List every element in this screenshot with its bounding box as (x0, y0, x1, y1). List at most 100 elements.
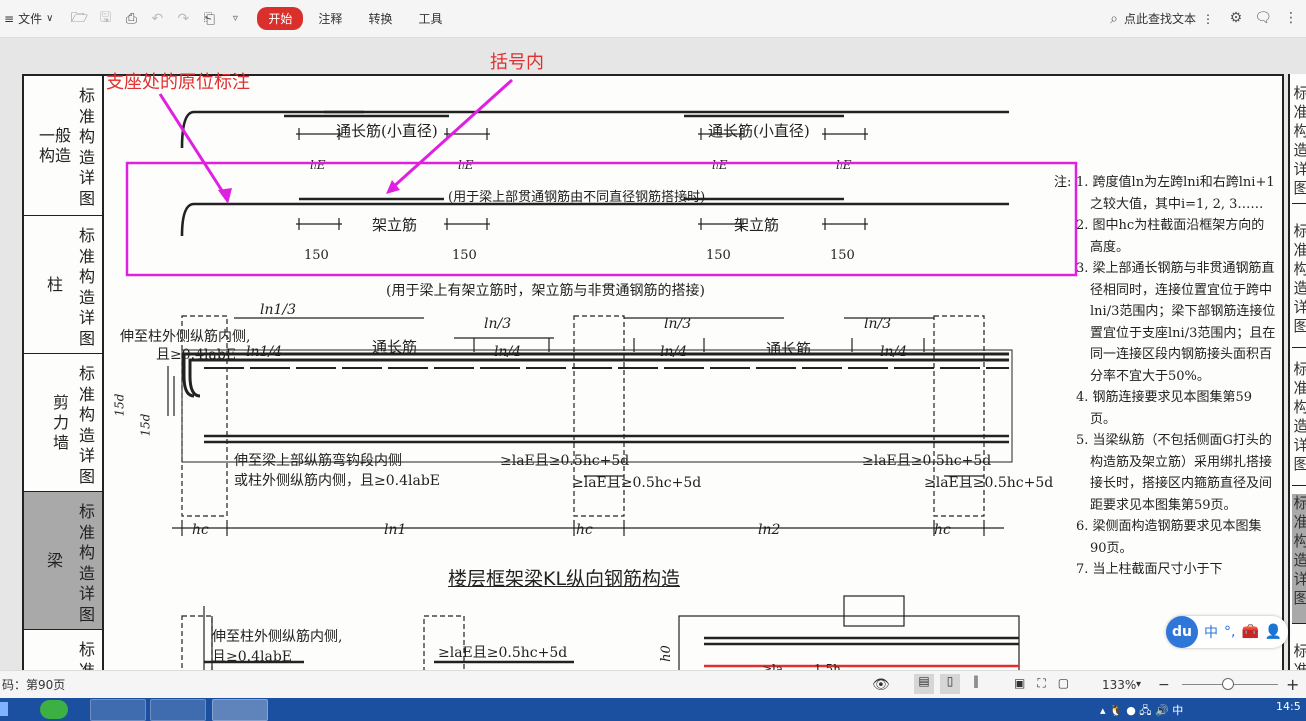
comment-icon[interactable]: 🗨 (1254, 10, 1272, 26)
lap-label: lₗE (712, 158, 728, 172)
dim-ln1-3: ln1/3 (260, 302, 297, 318)
fit-controls: ▣ ⛶ ▢ (1014, 676, 1069, 691)
book-view-icon[interactable]: ‖ (966, 674, 986, 694)
right-section: 标准构造详图 (1292, 494, 1306, 624)
zoom-level[interactable]: 133% (1102, 678, 1136, 692)
start-button[interactable] (0, 702, 8, 716)
dim-h0: h0 (658, 645, 674, 662)
lap-150-label: 150 (830, 248, 855, 263)
eye-protect-icon[interactable]: 👁 (872, 677, 890, 693)
ime-punct-toggle[interactable]: °, (1224, 624, 1235, 640)
right-section: 标准构造详图 (1292, 222, 1306, 348)
anchor-length-note: ≥laE且≥0.5hc+5d (924, 475, 1054, 491)
file-menu[interactable]: ≡ 文件 ∨ (0, 6, 57, 32)
sidebar-section-general: 一般构造 标准构造详图 (24, 76, 102, 216)
right-section: 标准构造详图 (1292, 360, 1306, 486)
lap-150-label: 150 (304, 248, 329, 263)
tray-icons[interactable]: ▴ 🐧 ● 🖧 🔊 中 (1100, 702, 1183, 721)
overflow-menu-icon[interactable]: ⋮ (1284, 10, 1298, 26)
zoom-out-button[interactable]: − (1158, 677, 1170, 693)
drawing-main-title: 楼层框架梁KL纵向钢筋构造 (448, 568, 681, 590)
fit-width-icon[interactable]: ▢ (1058, 676, 1069, 691)
top-toolbar: ≡ 文件 ∨ 🗁 🖫 ⎙ ↶ ↷ ⎗ ▿ 开始 注释 转换 工具 ⌕ 点此查找文… (0, 0, 1306, 38)
next-page-strip: 标准构造详图 标准构造详图 标准构造详图 标准构造详图 标准 (1288, 74, 1306, 670)
save-icon[interactable]: 🖫 (97, 10, 113, 27)
ime-language-toggle[interactable]: 中 (1204, 622, 1218, 642)
bottom-anchor-length: ≥laE且≥0.5hc+5d (438, 645, 568, 661)
browser-icon[interactable] (40, 700, 68, 719)
print-icon[interactable]: ⎙ (123, 11, 139, 27)
section-vertical-label: 标准构造详图 (78, 86, 95, 208)
section-vertical-label: 标准构造详图 (78, 226, 95, 348)
lap-label: lₗE (458, 158, 474, 172)
single-page-view-icon[interactable]: ▯ (940, 674, 960, 694)
more-vertical-icon: ⋮ (1202, 11, 1214, 26)
zoom-in-button[interactable]: + (1286, 675, 1299, 694)
search-box[interactable]: ⌕ 点此查找文本 ⋮ (1110, 10, 1214, 27)
dim-ln-4: ln/4 (494, 344, 522, 360)
open-folder-icon[interactable]: 🗁 (71, 10, 88, 27)
settings-icon[interactable]: ⚙ (1230, 10, 1243, 26)
tab-convert[interactable]: 转换 (357, 7, 403, 30)
status-bar: 码：第90页 👁 ▤ ▯ ‖ ▣ ⛶ ▢ 133% ▾ − + (0, 670, 1306, 698)
bottom-anchor-note-1: 伸至柱外侧纵筋内侧, (212, 629, 343, 645)
document-canvas[interactable]: 一般构造 标准构造详图 柱 标准构造详图 剪力墙 标准构造详图 梁 标准构造详图… (0, 38, 1306, 670)
tab-tools[interactable]: 工具 (407, 7, 453, 30)
caption-erect-bar: (用于梁上有架立筋时，架立筋与非贯通钢筋的搭接) (386, 283, 705, 299)
note-item: 2. 图中hc为柱截面沿框架方向的高度。 (1076, 218, 1265, 255)
menu-icon: ≡ (4, 11, 15, 26)
ime-toolbar[interactable]: du 中 °, 🧰 👤 (1166, 616, 1289, 648)
anchor-length-note: ≥laE且≥0.5hc+5d (500, 453, 630, 469)
dim-ln-3: ln/3 (484, 316, 512, 332)
note-item: 4. 钢筋连接要求见本图集第59页。 (1076, 390, 1253, 427)
right-section: 标准 (1293, 642, 1306, 670)
clock[interactable]: 14:5 (1276, 700, 1301, 713)
dim-ln1: ln1 (384, 522, 407, 538)
zoom-slider-thumb[interactable] (1222, 678, 1234, 690)
bottom-lap-label: ≥la (762, 662, 784, 670)
lap-label: lₗE (310, 158, 326, 172)
taskbar-app-explorer[interactable] (150, 699, 206, 721)
beam-anchor-note-2: 或柱外侧纵筋内侧，且≥0.4labE (234, 473, 441, 489)
top-rebar-label-left: 通长筋(小直径) (336, 122, 438, 140)
bottom-anchor-note-2: 且≥0.4labE (212, 649, 293, 665)
anchor-length-note: ≥laE且≥0.5hc+5d (572, 475, 702, 491)
taskbar-app-reader[interactable] (212, 699, 268, 721)
section-big-label: 梁 (46, 550, 63, 570)
actual-size-icon[interactable]: ▣ (1014, 676, 1025, 691)
column-anchor-note-2: 且≥0.4labE (156, 347, 237, 363)
dim-ln-3: ln/3 (864, 316, 892, 332)
annotation-bracket-note: 括号内 (490, 52, 544, 73)
lap-150-label: 150 (452, 248, 477, 263)
dim-ln1-4: ln1/4 (246, 344, 283, 360)
dim-ln-4: ln/4 (880, 344, 908, 360)
os-taskbar: ▴ 🐧 ● 🖧 🔊 中 14:5 (0, 698, 1306, 721)
page-number[interactable]: 码：第90页 (2, 676, 65, 693)
two-page-view-icon[interactable]: ▤ (914, 674, 934, 694)
section-vertical-label: 标准 (78, 640, 95, 670)
zoom-dropdown-icon[interactable]: ▾ (1136, 679, 1141, 690)
beam-anchor-note-1: 伸至梁上部纵筋弯钩段内侧 (234, 453, 402, 469)
anchor-length-note: ≥laE且≥0.5hc+5d (862, 453, 992, 469)
notes-label: 注: (1054, 175, 1072, 190)
erect-bar-label-right: 架立筋 (734, 216, 780, 234)
dim-ln2: ln2 (758, 522, 781, 538)
user-icon[interactable]: 👤 (1265, 624, 1282, 640)
tab-annotate[interactable]: 注释 (307, 7, 353, 30)
note-item: 1. 跨度值ln为左跨lni和右跨lni+1之较大值，其中i=1, 2, 3…… (1076, 175, 1275, 212)
dim-hc: hc (934, 522, 951, 538)
toolbox-icon[interactable]: 🧰 (1241, 624, 1258, 640)
undo-icon[interactable]: ↶ (149, 11, 165, 27)
export-icon[interactable]: ⎗ (201, 11, 217, 27)
redo-icon[interactable]: ↷ (175, 11, 191, 27)
column-anchor-note-1: 伸至柱外侧纵筋内侧, (120, 329, 251, 345)
fit-page-icon[interactable]: ⛶ (1037, 676, 1045, 691)
baidu-ime-logo[interactable]: du (1166, 616, 1198, 648)
taskbar-app-1[interactable] (90, 699, 146, 721)
lap-150-label: 150 (706, 248, 731, 263)
tab-start[interactable]: 开始 (257, 7, 304, 30)
note-item: 5. 当梁纵筋（不包括侧面G打头的构造筋及架立筋）采用绑扎搭接接长时，搭接区内箍… (1076, 433, 1273, 513)
view-mode-group: ▤ ▯ ‖ (914, 674, 986, 694)
more-dropdown-icon[interactable]: ▿ (227, 11, 243, 27)
chevron-down-icon: ∨ (46, 13, 54, 24)
